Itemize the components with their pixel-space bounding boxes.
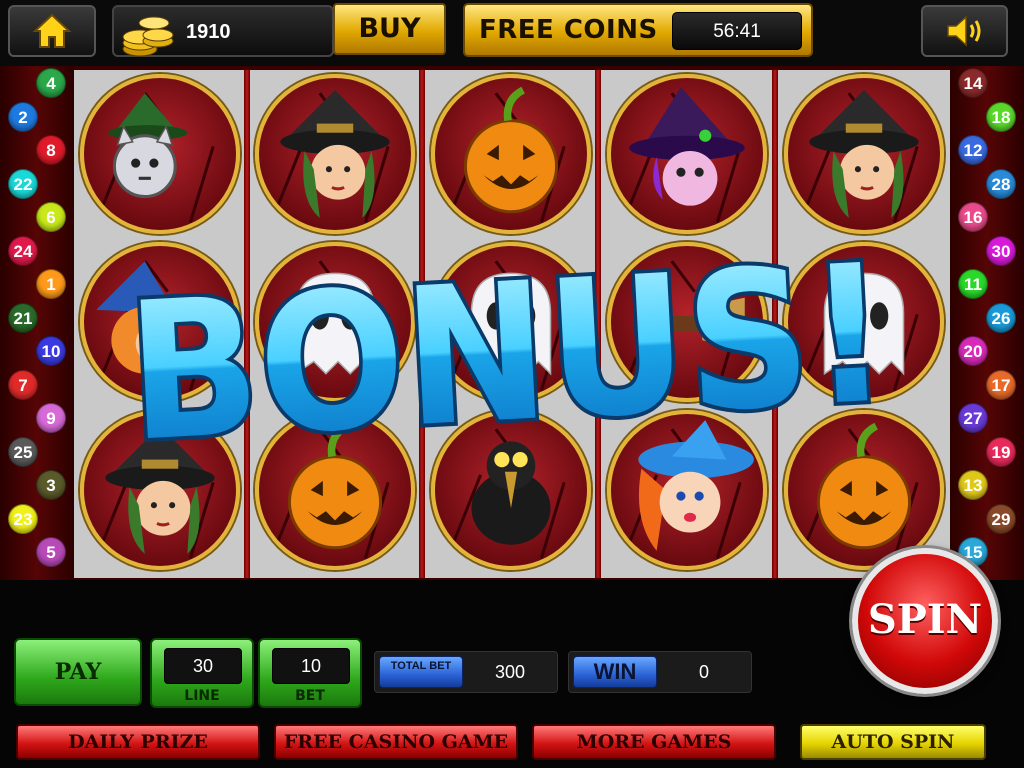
- bonus-text: BONUS!: [123, 223, 894, 483]
- payline-number: 10: [36, 336, 66, 366]
- payline-number: 4: [36, 68, 66, 98]
- reel-symbol-pumpkin: [431, 74, 591, 234]
- bet-value: 10: [272, 648, 350, 684]
- payline-number: 24: [8, 235, 38, 266]
- payline-number: 9: [36, 403, 66, 433]
- win-label: WIN: [573, 656, 657, 688]
- payline-number: 19: [986, 436, 1016, 467]
- coin-balance-panel: 1910: [112, 5, 334, 57]
- payline-number: 23: [8, 503, 38, 534]
- payline-number: 18: [986, 101, 1016, 132]
- payline-numbers-right: 14 18 12 28 16 30 11 26 20 17 27 19 13 29 15: [950, 66, 1024, 580]
- payline-number: 12: [958, 135, 988, 165]
- top-bar: 1910 BUY FREE COINS 56:41: [0, 0, 1024, 66]
- reel-symbol-green-witch: [784, 74, 944, 234]
- more-games-button[interactable]: MORE GAMES: [532, 724, 776, 760]
- reel-area: 4 2 8 22 6 24 1 21 10 7 9 25 3 23 5 14 18 12 28 16 30 11 26 20…: [0, 66, 1024, 580]
- payline-number: 2: [8, 101, 38, 132]
- payline-number: 13: [958, 470, 988, 500]
- reel-symbol-green-witch: [255, 74, 415, 234]
- payline-number: 6: [36, 202, 66, 232]
- payline-number: 3: [36, 470, 66, 500]
- payline-number: 25: [8, 436, 38, 467]
- payline-number: 30: [986, 235, 1016, 266]
- reel-symbol-purple-witch: [607, 74, 767, 234]
- buy-button[interactable]: BUY: [333, 3, 446, 55]
- payline-number: 8: [36, 135, 66, 165]
- payline-number: 20: [958, 336, 988, 366]
- line-selector[interactable]: 30 LINE: [150, 638, 254, 708]
- payline-number: 28: [986, 168, 1016, 199]
- daily-prize-button[interactable]: DAILY PRIZE: [16, 724, 260, 760]
- payline-numbers-left: 4 2 8 22 6 24 1 21 10 7 9 25 3 23 5: [0, 66, 74, 580]
- control-panel: PAY TABLE 30 LINE 10 BET TOTAL BET 300 W…: [0, 548, 1024, 768]
- pay-table-button[interactable]: PAY TABLE: [14, 638, 142, 749]
- free-casino-game-button[interactable]: FREE CASINO GAME: [274, 724, 518, 760]
- bet-selector[interactable]: 10 BET: [258, 638, 362, 708]
- auto-spin-button[interactable]: AUTO SPIN: [800, 724, 986, 760]
- payline-number: 27: [958, 403, 988, 433]
- total-bet-label: TOTAL BET: [379, 656, 463, 688]
- total-bet-value: 300: [494, 662, 526, 682]
- payline-number: 29: [986, 503, 1016, 534]
- payline-number: 22: [8, 168, 38, 199]
- payline-number: 14: [958, 68, 988, 98]
- win-display: WIN 0: [568, 651, 752, 693]
- payline-number: 11: [958, 269, 988, 299]
- line-label: LINE: [184, 688, 220, 704]
- coin-stack-icon: [122, 16, 174, 57]
- reel-symbol-cat-witch: [80, 74, 240, 234]
- win-value: 0: [698, 662, 709, 682]
- payline-number: 17: [986, 369, 1016, 400]
- spin-button[interactable]: SPIN: [852, 548, 998, 694]
- total-bet-display: TOTAL BET 300: [374, 651, 558, 693]
- home-icon: [32, 13, 72, 48]
- coin-balance: 1910: [186, 21, 231, 43]
- line-value: 30: [164, 648, 242, 684]
- bonus-banner: BONUS!: [113, 214, 904, 487]
- bet-label: BET: [295, 688, 325, 704]
- free-coins-button[interactable]: FREE COINS 56:41: [463, 3, 813, 57]
- home-button[interactable]: [8, 5, 96, 57]
- payline-number: 21: [8, 302, 38, 333]
- payline-number: 16: [958, 202, 988, 232]
- speaker-icon: [946, 15, 980, 47]
- payline-number: 26: [986, 302, 1016, 333]
- free-coins-label: FREE COINS: [479, 15, 658, 45]
- payline-number: 1: [36, 269, 66, 299]
- free-coins-timer: 56:41: [672, 12, 802, 50]
- sound-button[interactable]: [921, 5, 1008, 57]
- payline-number: 5: [36, 537, 66, 567]
- payline-number: 7: [8, 369, 38, 400]
